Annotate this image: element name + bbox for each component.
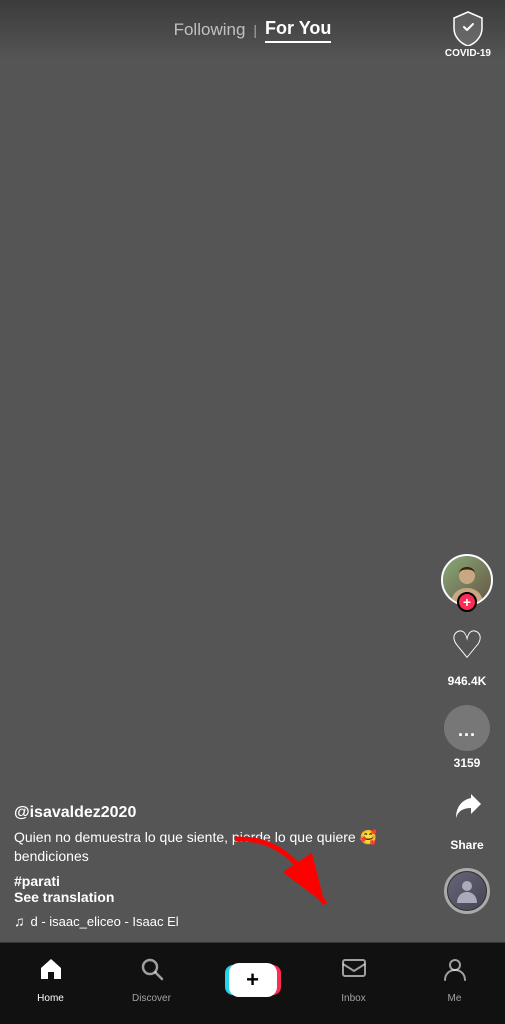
covid-shield-icon [450,10,486,46]
creator-avatar[interactable]: + [441,554,493,606]
comment-action: 3159 [443,704,491,770]
share-icon [451,790,483,830]
discover-icon [139,956,165,989]
like-action: ♡ 946.4K [443,622,491,688]
comment-count: 3159 [454,756,481,770]
covid-button[interactable]: COVID-19 [445,10,491,59]
hashtag[interactable]: #parati [14,873,425,889]
creator-avatar-item: + [441,554,493,606]
nav-create[interactable]: + [202,963,303,997]
like-count: 946.4K [448,674,487,688]
right-actions-panel: + ♡ 946.4K 3159 Share [441,554,493,914]
heart-icon: ♡ [450,627,484,665]
post-description: Quien no demuestra lo que siente, pierde… [14,828,425,867]
discover-label: Discover [132,993,171,1004]
comment-bubble-icon [444,705,490,751]
create-button[interactable]: + [229,963,277,997]
inbox-icon [341,956,367,989]
plus-btn-white-bg: + [229,963,277,997]
following-tab[interactable]: Following [174,20,246,40]
nav-divider: | [253,22,257,38]
nav-home[interactable]: Home [0,956,101,1004]
nav-me[interactable]: Me [404,956,505,1004]
inbox-label: Inbox [341,993,365,1004]
comment-button[interactable] [443,704,491,752]
music-title[interactable]: d - isaac_eliceo - Isaac El [31,914,179,929]
home-icon [38,956,64,989]
bottom-navigation: Home Discover + Inbox [0,942,505,1024]
for-you-tab[interactable]: For You [265,18,331,43]
username[interactable]: @isavaldez2020 [14,804,425,822]
person-icon [453,877,481,905]
share-label: Share [450,838,483,852]
home-label: Home [37,993,64,1004]
plus-icon: + [246,967,259,993]
me-icon [442,956,468,989]
post-info: @isavaldez2020 Quien no demuestra lo que… [14,804,425,929]
top-navigation: Following | For You COVID-19 [0,0,505,60]
music-disc-image [448,872,486,910]
share-button[interactable] [443,786,491,834]
music-disc[interactable] [444,868,490,914]
like-button[interactable]: ♡ [443,622,491,670]
share-action: Share [443,786,491,852]
follow-plus-button[interactable]: + [457,592,477,612]
see-translation-button[interactable]: See translation [14,889,425,905]
music-row: ♫ d - isaac_eliceo - Isaac El [14,913,425,929]
music-note-icon: ♫ [14,913,25,929]
music-disc-item [444,868,490,914]
nav-inbox[interactable]: Inbox [303,956,404,1004]
description-text: Quien no demuestra lo que siente, pierde… [14,829,377,865]
covid-label[interactable]: COVID-19 [445,48,491,59]
nav-discover[interactable]: Discover [101,956,202,1004]
me-label: Me [448,993,462,1004]
